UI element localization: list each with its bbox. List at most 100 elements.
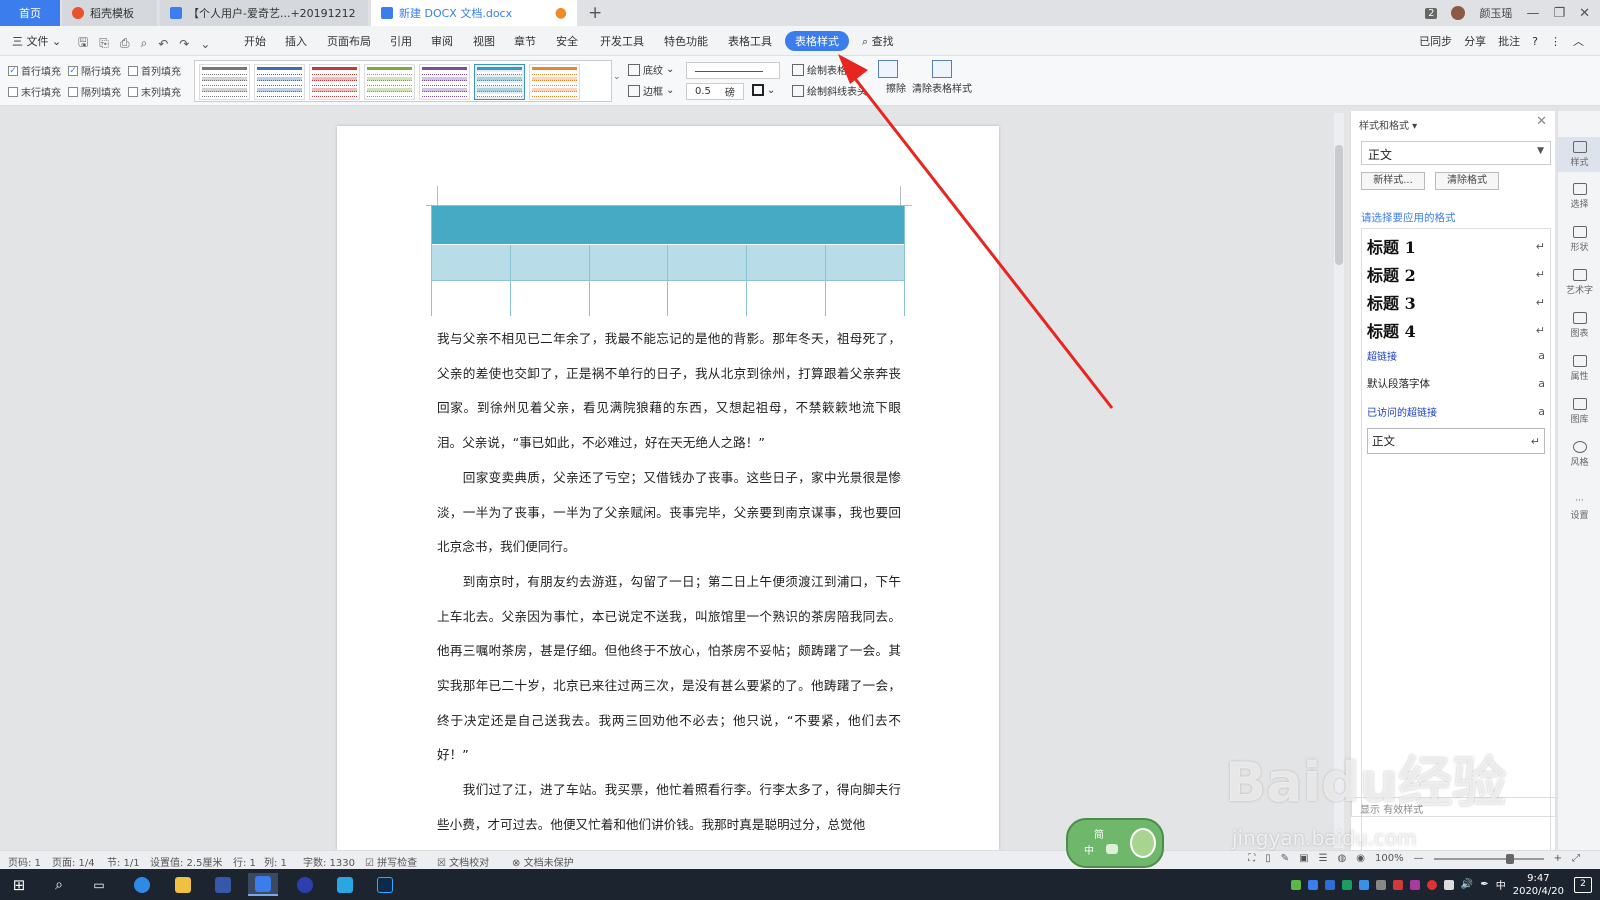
shading-button[interactable]: 底纹 ⌄ [628,62,674,77]
network-icon[interactable] [1443,879,1454,890]
menu-developer[interactable]: 开发工具 [600,33,644,49]
table-style-swatch[interactable] [254,64,305,100]
outline-view-icon[interactable]: ☰ [1319,853,1328,864]
table-cell[interactable] [432,245,511,280]
table-cell[interactable] [432,281,511,316]
synced-button[interactable]: 已同步 [1419,33,1452,49]
notification-button[interactable]: 2 [1574,877,1592,893]
style-item-visited-hyperlink[interactable]: 已访问的超链接 a [1367,404,1545,419]
table-cell[interactable] [590,281,669,316]
checkbox-last-column[interactable]: 末列填充 [128,84,181,99]
print-preview-icon[interactable]: ⌕ [140,36,147,51]
gallery-more-icon[interactable]: ⌄ [613,72,621,82]
help-icon[interactable]: ? [1532,35,1538,48]
app-maths[interactable] [208,873,238,896]
close-icon[interactable]: ✕ [1536,114,1547,129]
tray-icon[interactable] [1307,879,1318,890]
tray-icon[interactable] [1290,879,1301,890]
status-page[interactable]: 页面: 1/4 [52,854,95,869]
tray-icon[interactable] [1324,879,1335,890]
menu-insert[interactable]: 插入 [285,33,307,49]
style-item-hyperlink[interactable]: 超链接 a [1367,348,1545,363]
ime-simplified-label[interactable]: 简 [1094,826,1104,841]
tray-icon[interactable] [1409,879,1420,890]
checkbox-banded-rows[interactable]: ✓ 隔行填充 [68,63,121,78]
shirt-icon[interactable] [1106,844,1118,854]
pen-icon[interactable]: ✒ [1480,879,1488,890]
page-view-icon[interactable]: ▣ [1299,853,1308,864]
app-baidu[interactable] [290,873,320,896]
tray-icon[interactable] [1358,879,1369,890]
style-item-default-font[interactable]: 默认段落字体 a [1367,376,1545,391]
app-wps[interactable] [248,873,278,896]
document-table[interactable] [431,205,905,316]
paragraph[interactable]: 我与父亲不相见已二年余了，我最不能忘记的是他的背影。那年冬天，祖母死了，父亲的差… [437,322,901,461]
write-mode-icon[interactable]: ✎ [1281,853,1289,864]
share-button[interactable]: 分享 [1464,33,1486,49]
status-setting[interactable]: 设置值: 2.5厘米 [150,854,222,869]
table-cell[interactable] [826,281,904,316]
table-cell[interactable] [511,245,590,280]
table-style-swatch[interactable] [419,64,470,100]
menu-features[interactable]: 特色功能 [664,33,708,49]
tab-new-docx[interactable]: 新建 DOCX 文档.docx ● [371,0,577,26]
window-count-badge[interactable]: 2 [1425,7,1438,19]
tray-icon[interactable] [1341,879,1352,890]
line-width-dropdown[interactable]: 0.5 磅 [686,83,744,100]
side-tool-select[interactable]: 选择 [1558,183,1600,210]
pen-color-button[interactable]: ⌄ [752,84,775,96]
fit-icon[interactable]: ⤢ [1572,853,1580,864]
side-tool-styles[interactable]: 样式 [1558,137,1600,172]
side-tool-shapes[interactable]: 形状 [1558,226,1600,253]
menu-security[interactable]: 安全 [556,33,578,49]
avatar[interactable] [1451,6,1466,20]
checkbox-header-row[interactable]: ✓ 首行填充 [8,63,61,78]
app-browser[interactable] [127,873,157,896]
save-icon[interactable]: 🖫 [78,33,88,54]
side-tool-properties[interactable]: 属性 [1558,355,1600,382]
table-cell[interactable] [747,245,827,280]
more-icon[interactable]: ⋮ [1550,35,1561,48]
ime-indicator[interactable]: 中 [1496,877,1506,892]
zoom-slider[interactable] [1433,853,1544,864]
table-cell[interactable] [826,245,904,280]
status-section[interactable]: 节: 1/1 [107,854,140,869]
paragraph[interactable]: 到南京时，有朋友约去游逛，勾留了一日；第二日上午便须渡江到浦口，下午上车北去。父… [437,565,901,773]
ime-floating-widget[interactable]: 简 中 [1066,818,1164,868]
border-button[interactable]: 边框 ⌄ [628,83,674,98]
app-screenshot[interactable] [330,873,360,896]
side-tool-theme[interactable]: 风格 [1558,441,1600,468]
status-page-code[interactable]: 页码: 1 [8,854,41,869]
menu-view[interactable]: 视图 [473,33,495,49]
table-style-swatch[interactable] [364,64,415,100]
customize-icon[interactable]: ⌄ [200,37,210,51]
side-tool-settings[interactable]: ··· 设置 [1558,496,1600,521]
redo-icon[interactable]: ↷ [179,37,189,51]
zoom-value[interactable]: 100% [1375,853,1404,864]
app-explorer[interactable] [168,873,198,896]
paragraph[interactable]: 我们过了江，进了车站。我买票，他忙着照看行李。行李太多了，得向脚夫行些小费，才可… [437,773,901,842]
erase-button[interactable]: 擦除 [870,60,906,95]
clear-format-button[interactable]: 清除格式 [1435,172,1499,190]
tray-icon[interactable] [1426,879,1437,890]
menu-chapter[interactable]: 章节 [514,33,536,49]
start-button[interactable]: ⊞ [4,873,34,896]
table-style-swatch[interactable] [199,64,250,100]
ime-mode-label[interactable]: 中 [1084,842,1094,857]
volume-icon[interactable]: 🔊 [1461,879,1473,890]
document-body[interactable]: 我与父亲不相见已二年余了，我最不能忘记的是他的背影。那年冬天，祖母死了，父亲的差… [437,322,901,843]
table-row[interactable] [432,280,904,316]
style-item-normal[interactable]: 正文 ↵ [1367,428,1545,454]
tray-icon[interactable] [1392,879,1403,890]
side-tool-gallery[interactable]: 图库 [1558,398,1600,425]
format-painter-icon[interactable]: ⎘ [99,36,109,51]
close-icon[interactable]: ✕ [1579,6,1590,21]
pane-title[interactable]: 样式和格式 ▾ [1359,117,1417,132]
paragraph[interactable]: 回家变卖典质，父亲还了亏空；又借钱办了丧事。这些日子，家中光景很是惨淡，一半为了… [437,461,901,565]
comment-button[interactable]: 批注 [1498,33,1520,49]
scrollbar-thumb[interactable] [1335,145,1343,265]
tab-home[interactable]: 首页 [0,0,60,26]
menu-references[interactable]: 引用 [390,33,412,49]
menu-table-style[interactable]: 表格样式 [785,31,849,51]
style-item-heading-3[interactable]: 标题 3 ↵ [1367,290,1545,314]
